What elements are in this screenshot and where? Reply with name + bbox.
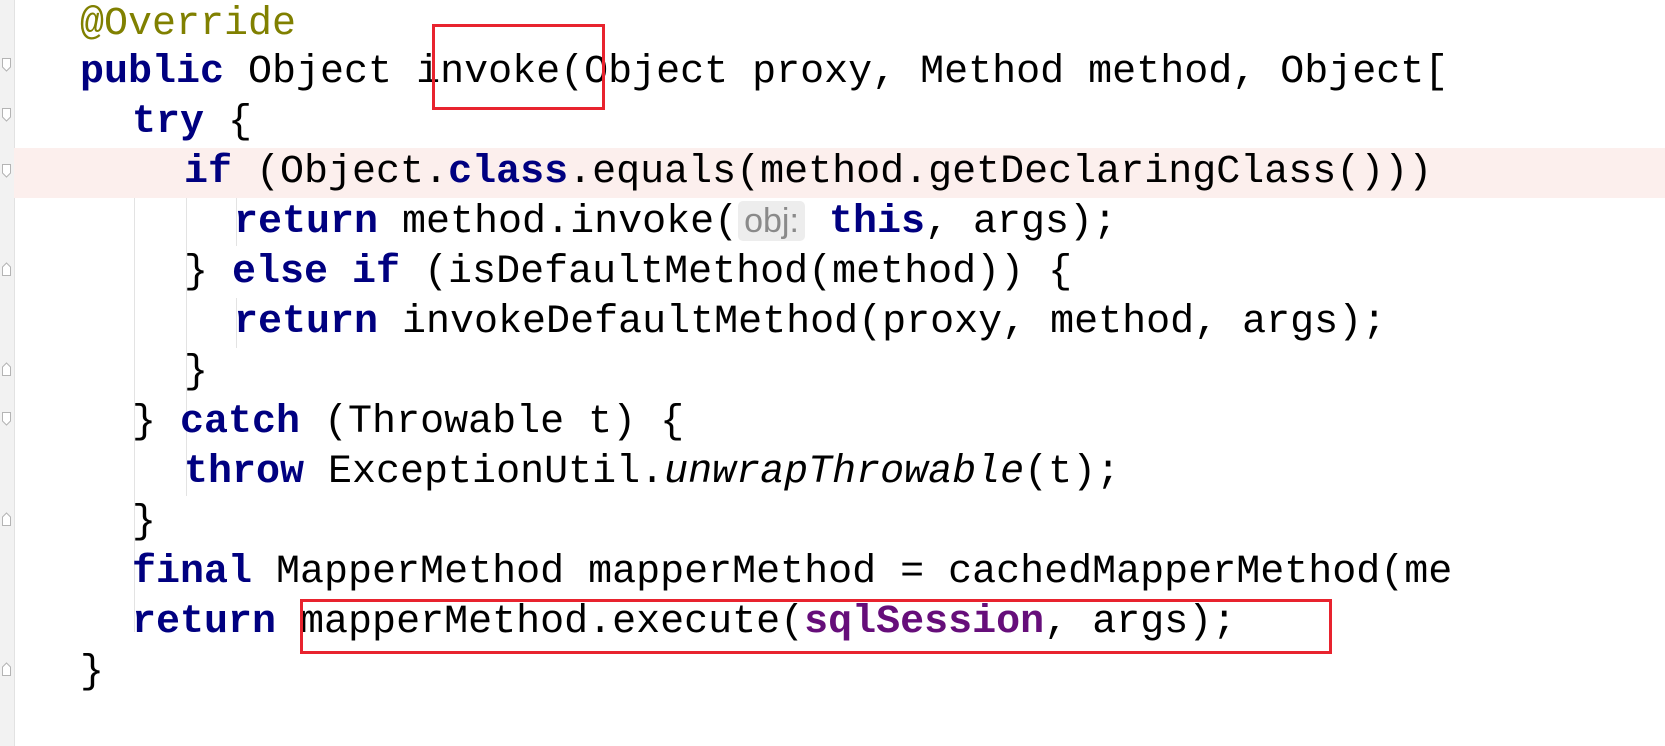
- return-type: Object: [224, 50, 417, 95]
- code-text: (isDefaultMethod(method)) {: [400, 250, 1073, 295]
- keyword-this: this: [828, 200, 925, 245]
- fold-end-icon[interactable]: [2, 662, 11, 676]
- code-line-catch[interactable]: } catch (Throwable t) {: [132, 398, 684, 448]
- code-text: }: [80, 650, 105, 695]
- fold-end-icon[interactable]: [2, 362, 11, 376]
- fold-icon[interactable]: [2, 164, 11, 178]
- keyword-final: final: [132, 550, 253, 595]
- code-text: }: [132, 400, 181, 445]
- parameter-hint: obj:: [738, 201, 805, 242]
- code-text: (Object.: [232, 150, 449, 195]
- code-line-final-mapper[interactable]: final MapperMethod mapperMethod = cached…: [132, 548, 1452, 598]
- code-text: {: [204, 100, 253, 145]
- code-text: (Throwable t) {: [300, 400, 685, 445]
- code-text: (t);: [1024, 450, 1121, 495]
- code-line-return-invoke[interactable]: return method.invoke(obj: this, args);: [234, 198, 1117, 248]
- keyword-else-if: else if: [232, 250, 401, 295]
- code-text: , args);: [924, 200, 1117, 245]
- code-text: MapperMethod mapperMethod = cachedMapper…: [252, 550, 1453, 595]
- code-text: }: [132, 500, 157, 545]
- code-line-brace[interactable]: }: [132, 498, 156, 548]
- code-line-annotation[interactable]: @Override: [80, 0, 296, 50]
- annotation-token: @Override: [80, 2, 297, 47]
- keyword-public: public: [80, 50, 225, 95]
- fold-icon[interactable]: [2, 412, 11, 426]
- keyword-return: return: [132, 600, 277, 645]
- code-line-try[interactable]: try {: [132, 98, 252, 148]
- fold-end-icon[interactable]: [2, 262, 11, 276]
- code-line-else-if[interactable]: } else if (isDefaultMethod(method)) {: [184, 248, 1072, 298]
- code-text: invokeDefaultMethod(proxy, method, args)…: [378, 300, 1387, 345]
- code-text: method.invoke(: [378, 200, 739, 245]
- keyword-try: try: [132, 100, 205, 145]
- code-editor[interactable]: @Override public Object invoke(Object pr…: [14, 0, 1665, 746]
- editor-gutter: [0, 0, 15, 746]
- code-text: ExceptionUtil.: [304, 450, 665, 495]
- keyword-return: return: [234, 200, 379, 245]
- code-text: }: [184, 350, 209, 395]
- keyword-catch: catch: [180, 400, 301, 445]
- fold-icon[interactable]: [2, 58, 11, 72]
- highlight-box-execute: [300, 599, 1332, 654]
- code-line-method-signature[interactable]: public Object invoke(Object proxy, Metho…: [80, 48, 1448, 98]
- static-method-call: unwrapThrowable: [664, 450, 1025, 495]
- code-line-brace[interactable]: }: [80, 648, 104, 698]
- fold-end-icon[interactable]: [2, 512, 11, 526]
- code-line-if-current[interactable]: if (Object.class.equals(method.getDeclar…: [14, 148, 1665, 198]
- code-text: }: [184, 250, 233, 295]
- code-text: .equals(method.getDeclaringClass())): [568, 150, 1433, 195]
- code-line-brace[interactable]: }: [184, 348, 208, 398]
- keyword-return: return: [234, 300, 379, 345]
- keyword-if: if: [184, 150, 233, 195]
- fold-icon[interactable]: [2, 108, 11, 122]
- keyword-throw: throw: [184, 450, 305, 495]
- keyword-class: class: [448, 150, 569, 195]
- highlight-box-invoke: [432, 24, 605, 110]
- code-line-throw[interactable]: throw ExceptionUtil.unwrapThrowable(t);: [184, 448, 1120, 498]
- method-params: (Object proxy, Method method, Object[: [560, 50, 1449, 95]
- code-line-return-default[interactable]: return invokeDefaultMethod(proxy, method…: [234, 298, 1386, 348]
